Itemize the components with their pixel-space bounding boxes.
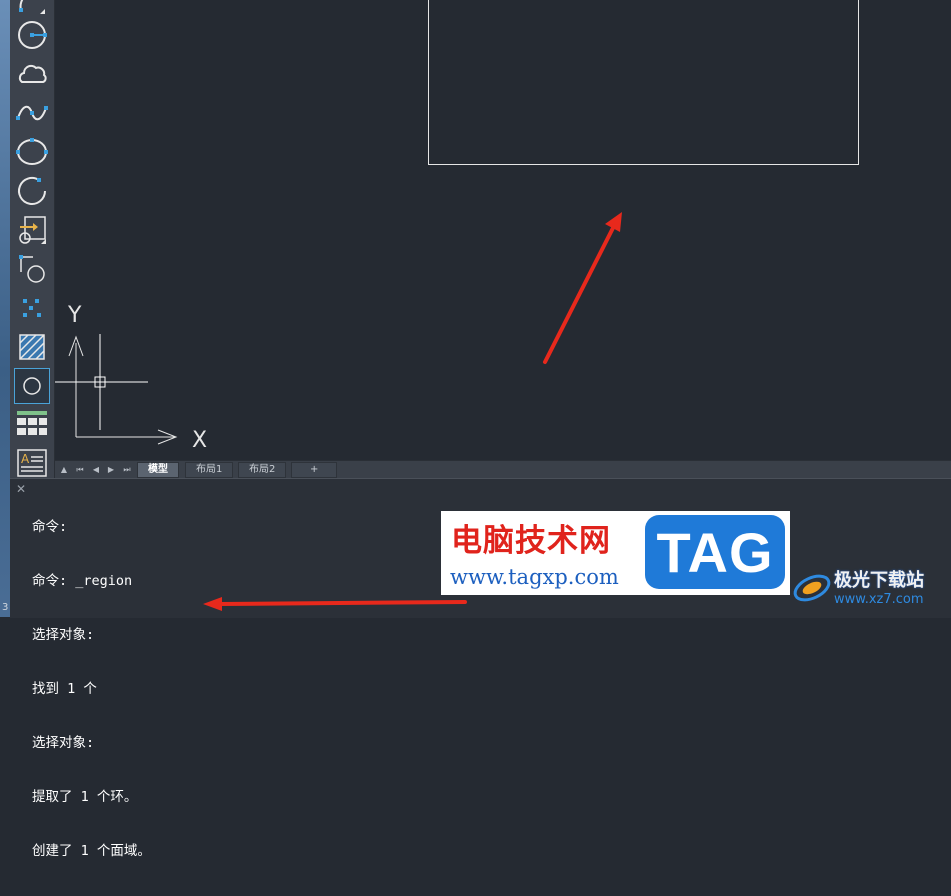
create-block-icon: [19, 255, 45, 283]
ucs-x-label: X: [192, 428, 207, 453]
tab-layout1[interactable]: 布局1: [185, 462, 234, 478]
ucs-y-label: Y: [67, 303, 82, 328]
command-line: 命令: _region: [32, 573, 133, 589]
region-tool-button[interactable]: [14, 368, 50, 404]
command-line: 提取了 1 个环。: [32, 789, 138, 805]
site-watermark: 电脑技术网 www.tagxp.com TAG: [441, 511, 790, 595]
revision-cloud-tool-button[interactable]: [15, 57, 49, 91]
tab-layout2[interactable]: 布局2: [238, 462, 287, 478]
tabs-prev-icon[interactable]: ◀: [90, 463, 102, 476]
tabs-next-icon[interactable]: ▶: [105, 463, 117, 476]
revision-cloud-icon: [18, 64, 47, 83]
annotation-arrow-icon: [203, 597, 467, 611]
insert-block-icon: [19, 216, 46, 244]
elliptical-arc-icon: [18, 177, 46, 205]
command-history: 命令: 命令: _region 选择对象: 找到 1 个 选择对象: 提取了 1…: [32, 482, 151, 896]
hatch-icon: [19, 334, 45, 360]
tabs-scroll-up-icon[interactable]: ▲: [58, 463, 70, 476]
multiline-text-icon: A: [17, 449, 47, 477]
watermark-site-url: www.tagxp.com: [450, 565, 619, 589]
spline-tool-button[interactable]: [15, 96, 49, 130]
desktop-background-strip: [0, 0, 10, 617]
spline-icon: [16, 105, 48, 121]
add-layout-tab[interactable]: +: [291, 462, 338, 478]
tabs-first-icon[interactable]: ⏮: [74, 463, 86, 476]
command-line: 命令:: [32, 519, 68, 535]
ellipse-icon: [16, 138, 48, 165]
drawing-canvas[interactable]: Y X: [55, 0, 951, 460]
elliptical-arc-tool-button[interactable]: [15, 174, 49, 208]
command-line: 选择对象:: [32, 627, 95, 643]
tabs-last-icon[interactable]: ⏭: [121, 463, 133, 476]
brand-watermark: 极光下载站 www.xz7.com: [790, 560, 950, 612]
tag-logo-text: TAG: [656, 520, 774, 584]
command-line: 找到 1 个: [32, 681, 97, 697]
ucs-icon: Y X: [67, 303, 207, 453]
arc-tool-button[interactable]: [15, 0, 49, 18]
tag-logo: TAG: [645, 515, 785, 589]
insert-block-tool-button[interactable]: [15, 213, 49, 247]
draw-toolbar: A: [10, 0, 55, 478]
arc-icon: [19, 0, 45, 14]
hatch-tool-button[interactable]: [15, 330, 49, 364]
tab-model[interactable]: 模型: [137, 462, 179, 478]
brand-name: 极光下载站: [834, 570, 924, 591]
table-tool-button[interactable]: [15, 408, 49, 442]
status-left-number: 3: [2, 602, 9, 613]
brand-logo-icon: [793, 574, 831, 602]
circle-icon: [18, 21, 47, 49]
close-icon[interactable]: ✕: [16, 483, 26, 495]
point-tool-button[interactable]: [15, 291, 49, 325]
brand-url: www.xz7.com: [834, 592, 924, 607]
canvas-overlay: Y X: [55, 212, 622, 453]
create-block-tool-button[interactable]: [15, 252, 49, 286]
region-icon: [23, 377, 41, 395]
circle-tool-button[interactable]: [15, 18, 49, 52]
svg-text:A: A: [21, 452, 30, 466]
table-icon: [17, 411, 47, 435]
annotation-arrow-icon: [543, 212, 622, 364]
watermark-site-name: 电脑技术网: [451, 523, 611, 559]
multiline-text-tool-button[interactable]: A: [15, 446, 49, 480]
point-icon: [23, 299, 41, 317]
command-line: 创建了 1 个面域。: [32, 843, 151, 859]
crosshair-cursor: [55, 334, 148, 430]
command-line: 选择对象:: [32, 735, 95, 751]
ellipse-tool-button[interactable]: [15, 135, 49, 169]
layout-tabs-bar: ▲ ⏮ ◀ ▶ ⏭ 模型 布局1 布局2 +: [55, 460, 951, 478]
